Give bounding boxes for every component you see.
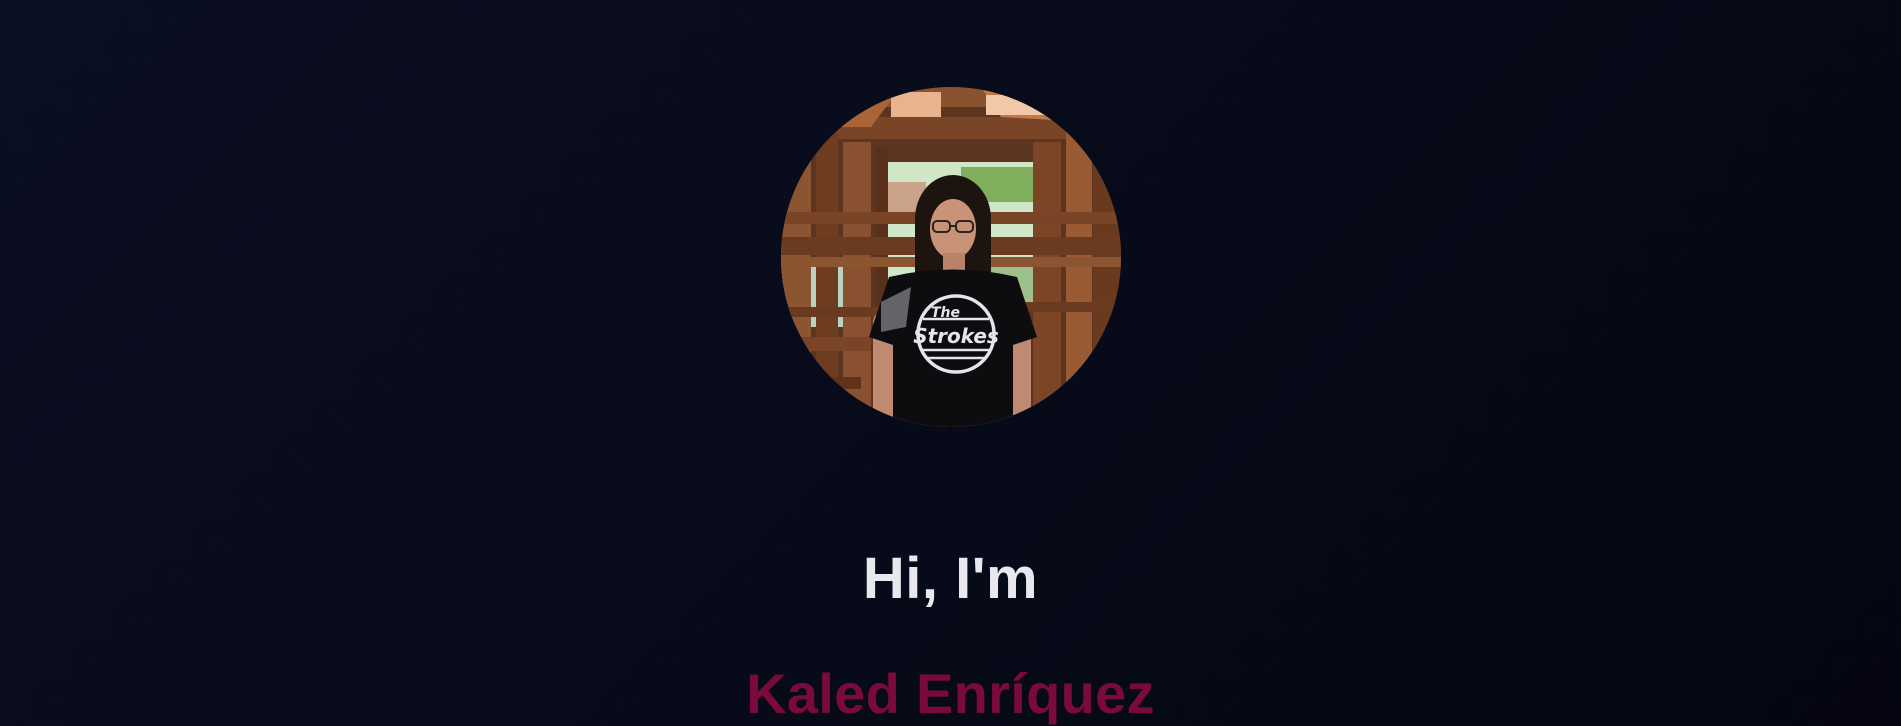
profile-photo: The Strokes [781, 87, 1121, 427]
name-heading: Kaled Enríquez [746, 662, 1155, 726]
shirt-logo-the: The [931, 305, 960, 321]
shirt-logo-strokes: Strokes [913, 324, 999, 348]
greeting-heading: Hi, I'm [862, 545, 1039, 611]
profile-avatar: The Strokes [781, 87, 1121, 427]
hero-section: The Strokes Hi, I'm Kaled Enríquez [0, 0, 1901, 726]
